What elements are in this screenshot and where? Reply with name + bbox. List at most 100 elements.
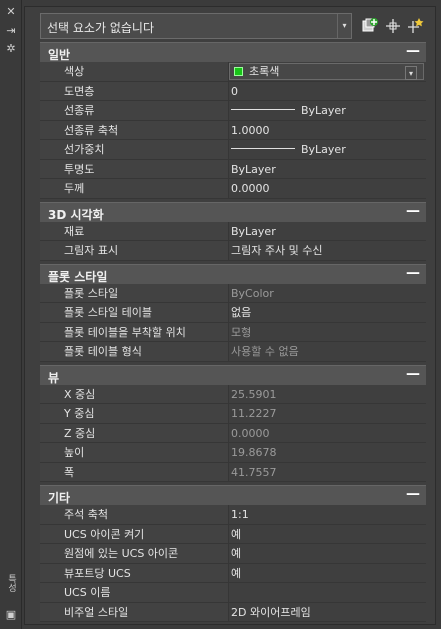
selection-label: 선택 요소가 없습니다 [47,21,154,35]
property-row[interactable]: 높이 19.8678 [40,443,426,463]
select-objects-icon[interactable] [383,16,403,36]
property-row[interactable]: 폭 41.7557 [40,462,426,482]
property-value[interactable]: ByLayer [228,221,426,240]
property-row[interactable]: 도면층 0 [40,81,426,101]
property-value[interactable]: 예 [228,544,426,563]
property-value[interactable]: 0.0000 [228,423,426,442]
property-row[interactable]: 플롯 스타일 테이블 없음 [40,303,426,323]
property-value[interactable]: 19.8678 [228,443,426,462]
property-row[interactable]: UCS 아이콘 켜기 예 [40,524,426,544]
property-value[interactable]: 모형 [228,322,426,341]
line-value: ByLayer [301,104,346,117]
palette-sidebar: ✕ ⇥ ✲ 특성 ▣ [0,0,22,629]
property-label: UCS 아이콘 켜기 [40,524,228,543]
property-row[interactable]: UCS 이름 [40,583,426,603]
property-value[interactable]: 사용할 수 없음 [228,342,426,361]
property-label: 두께 [40,179,228,198]
section-header[interactable]: 뷰 — [40,364,426,385]
property-value[interactable]: ByLayer [228,101,426,120]
property-row[interactable]: 선종류 축척 1.0000 [40,120,426,140]
property-value[interactable]: 없음 [228,303,426,322]
property-row[interactable]: 재료 ByLayer [40,221,426,241]
property-row[interactable]: 플롯 테이블 형식 사용할 수 없음 [40,342,426,362]
settings-icon[interactable]: ✲ [4,42,18,56]
section-header[interactable]: 기타 — [40,485,426,505]
property-row[interactable]: 플롯 스타일 ByColor [40,283,426,303]
collapse-icon[interactable]: — [406,265,420,281]
section-header[interactable]: 플롯 스타일 — [40,263,426,284]
property-label: UCS 이름 [40,583,228,602]
property-value[interactable]: ByLayer [228,140,426,159]
property-value[interactable]: 11.2227 [228,404,426,423]
property-label: 비주얼 스타일 [40,602,228,621]
toggle-pickadd-icon[interactable] [360,16,380,36]
collapse-icon[interactable]: — [406,203,420,219]
quick-select-icon[interactable] [406,16,426,36]
section-title: 플롯 스타일 [48,269,108,284]
chevron-down-icon[interactable]: ▾ [337,14,351,38]
properties-icon[interactable]: ▣ [4,608,18,622]
property-row[interactable]: 뷰포트당 UCS 예 [40,563,426,583]
property-row[interactable]: 선가중치 ByLayer [40,140,426,160]
property-value[interactable]: 41.7557 [228,462,426,481]
close-icon[interactable]: ✕ [4,5,18,19]
color-value: 초록색 [249,65,280,78]
property-grid: 일반 — 색상 초록색 ▾ 도면층 0 선종류 ByLayer 선종류 축척 1.0000 선가중치 B… [40,42,426,622]
property-label: 높이 [40,443,228,462]
property-label: 선종류 [40,101,228,120]
property-value[interactable]: 1.0000 [228,120,426,139]
property-label: 도면층 [40,81,228,100]
property-row[interactable]: 색상 초록색 ▾ [40,62,426,82]
property-value[interactable]: 예 [228,563,426,582]
collapse-icon[interactable]: — [406,486,420,502]
property-value[interactable]: 0.0000 [228,179,426,198]
color-dropdown[interactable]: 초록색 ▾ [229,63,424,80]
property-label: Z 중심 [40,423,228,442]
property-label: 투명도 [40,159,228,178]
property-label: 선가중치 [40,140,228,159]
property-value[interactable]: ByColor [228,283,426,302]
property-row[interactable]: 두께 0.0000 [40,179,426,199]
section-title: 일반 [48,48,71,62]
section-title: 기타 [48,491,71,505]
property-value[interactable]: ByLayer [228,159,426,178]
property-row[interactable]: 그림자 표시 그림자 주사 및 수신 [40,241,426,261]
section-title: 뷰 [48,370,60,385]
collapse-icon[interactable]: — [406,366,420,382]
property-row[interactable]: 주석 축척 1:1 [40,505,426,525]
chevron-down-icon[interactable]: ▾ [405,66,417,80]
property-value[interactable]: 예 [228,524,426,543]
property-row[interactable]: 선종류 ByLayer [40,101,426,121]
property-row[interactable]: Y 중심 11.2227 [40,404,426,424]
property-label: 플롯 스타일 [40,283,228,302]
property-value[interactable]: 1:1 [228,505,426,524]
section-header[interactable]: 3D 시각화 — [40,201,426,222]
property-row[interactable]: 플롯 테이블을 부착할 위치 모형 [40,322,426,342]
property-value[interactable]: 25.5901 [228,384,426,403]
property-value[interactable]: 2D 와이어프레임 [228,602,426,621]
selection-dropdown[interactable]: 선택 요소가 없습니다 ▾ [40,13,352,39]
property-row[interactable]: X 중심 25.5901 [40,384,426,404]
color-swatch-icon [234,66,243,76]
property-label: 선종류 축척 [40,120,228,139]
property-value[interactable]: 그림자 주사 및 수신 [228,241,426,260]
property-label: 플롯 스타일 테이블 [40,303,228,322]
section-title: 3D 시각화 [48,207,104,222]
property-value[interactable] [228,583,426,602]
property-label: 주석 축척 [40,505,228,524]
line-sample-icon [231,109,295,110]
property-row[interactable]: 비주얼 스타일 2D 와이어프레임 [40,602,426,622]
property-row[interactable]: Z 중심 0.0000 [40,423,426,443]
section-header[interactable]: 일반 — [40,42,426,62]
property-label: Y 중심 [40,404,228,423]
property-label: 재료 [40,221,228,240]
collapse-icon[interactable]: — [406,43,420,59]
property-row[interactable]: 투명도 ByLayer [40,159,426,179]
property-row[interactable]: 원점에 있는 UCS 아이콘 예 [40,544,426,564]
palette-title: 특성 [6,574,16,592]
property-label: 뷰포트당 UCS [40,563,228,582]
property-value[interactable]: 0 [228,81,426,100]
property-value[interactable]: 초록색 ▾ [228,62,426,81]
line-value: ByLayer [301,143,346,156]
autohide-icon[interactable]: ⇥ [4,24,18,38]
